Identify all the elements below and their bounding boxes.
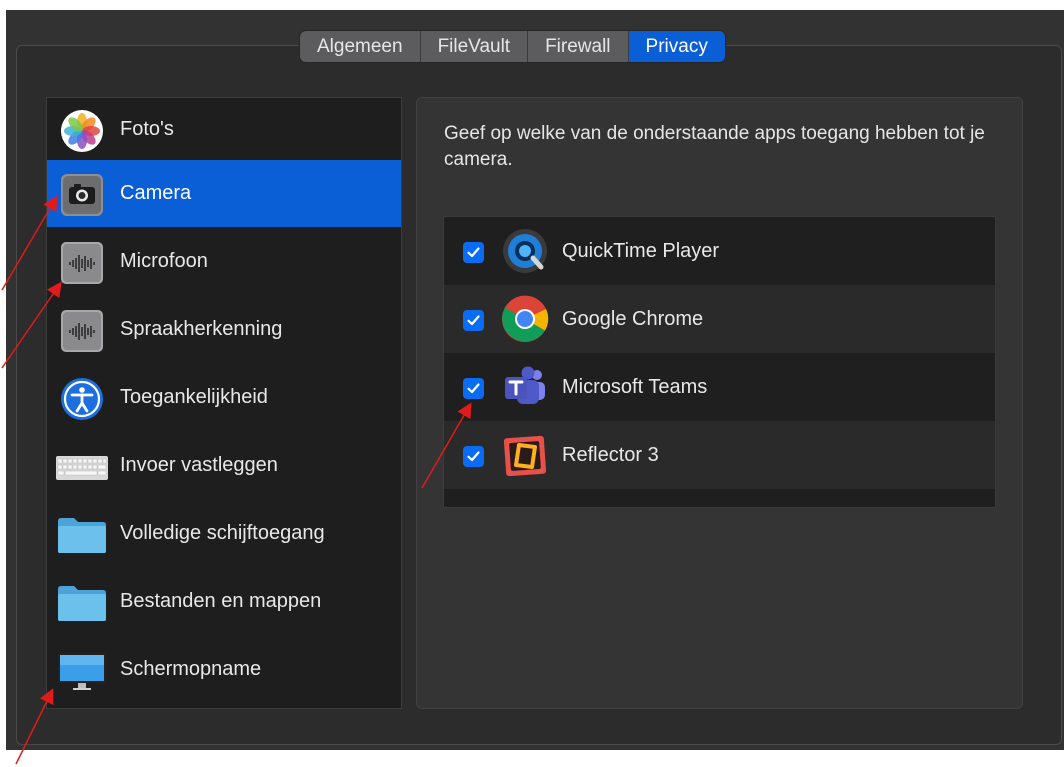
app-name: Microsoft Teams [562, 376, 708, 398]
chrome-icon [499, 293, 551, 345]
camera-app-list[interactable]: QuickTime Player Google Chrome Microsoft… [443, 216, 996, 508]
tab-algemeen[interactable]: Algemeen [300, 31, 421, 62]
app-row-quicktime[interactable]: QuickTime Player [444, 217, 995, 285]
display-icon [55, 648, 109, 694]
category-label: Camera [120, 182, 192, 204]
app-name: Google Chrome [562, 308, 704, 330]
category-input-monitoring[interactable]: Invoer vastleggen [47, 432, 401, 499]
category-screen-recording[interactable]: Schermopname [47, 636, 401, 703]
keyboard-icon [55, 444, 109, 490]
category-label: Bestanden en mappen [120, 590, 322, 612]
teams-icon [499, 361, 551, 413]
tab-privacy[interactable]: Privacy [628, 31, 725, 62]
tab-firewall[interactable]: Firewall [528, 31, 629, 62]
speech-recognition-icon [59, 308, 105, 354]
category-camera[interactable]: Camera [47, 160, 401, 227]
category-accessibility[interactable]: Toegankelijkheid [47, 364, 401, 431]
category-label: Toegankelijkheid [120, 386, 268, 408]
category-speech-recognition[interactable]: Spraakherkenning [47, 296, 401, 363]
category-label: Schermopname [120, 658, 262, 680]
quicktime-icon [499, 225, 551, 277]
teams-checkbox[interactable] [463, 378, 484, 399]
category-microphone[interactable]: Microfoon [47, 228, 401, 295]
privacy-category-list[interactable]: Foto's Camera Microfoon Spraakherkenning… [46, 97, 402, 709]
camera-description: Geef op welke van de onderstaande apps t… [444, 123, 985, 170]
microphone-icon [59, 240, 105, 286]
reflector-icon [499, 429, 551, 481]
category-label: Microfoon [120, 250, 208, 272]
category-photos[interactable]: Foto's [47, 96, 401, 163]
category-files-and-folders[interactable]: Bestanden en mappen [47, 568, 401, 635]
app-row-chrome[interactable]: Google Chrome [444, 285, 995, 353]
camera-icon [59, 172, 105, 218]
quicktime-checkbox[interactable] [463, 242, 484, 263]
app-name: QuickTime Player [562, 240, 720, 262]
reflector-checkbox[interactable] [463, 446, 484, 467]
folder-icon [55, 512, 109, 558]
category-label: Foto's [120, 118, 174, 140]
chrome-checkbox[interactable] [463, 310, 484, 331]
app-row-teams[interactable]: Microsoft Teams [444, 353, 995, 421]
category-label: Volledige schijftoegang [120, 522, 325, 544]
app-row-reflector[interactable]: Reflector 3 [444, 421, 995, 489]
tab-bar: Algemeen FileVault Firewall Privacy [300, 31, 725, 62]
folder-icon [55, 580, 109, 626]
app-name: Reflector 3 [562, 444, 659, 466]
category-full-disk-access[interactable]: Volledige schijftoegang [47, 500, 401, 567]
category-label: Invoer vastleggen [120, 454, 278, 476]
accessibility-icon [59, 376, 105, 422]
category-label: Spraakherkenning [120, 318, 283, 340]
tab-filevault[interactable]: FileVault [421, 31, 529, 62]
photos-icon [59, 108, 105, 154]
